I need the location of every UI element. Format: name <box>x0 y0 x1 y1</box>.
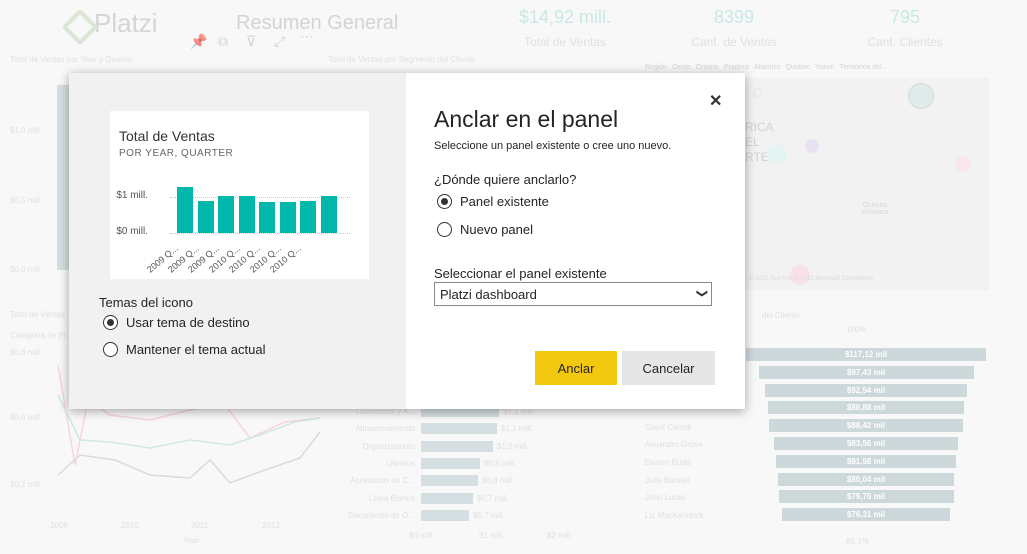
close-icon[interactable]: ✕ <box>709 91 722 111</box>
radio-unselected-icon[interactable] <box>103 342 118 357</box>
radio-unselected-icon[interactable] <box>437 222 452 237</box>
dashboard-select-value: Platzi dashboard <box>440 287 537 302</box>
theme-option-target[interactable]: Usar tema de destino <box>103 315 250 330</box>
chevron-down-icon: ❯ <box>695 288 708 299</box>
destination-question: ¿Dónde quiere anclarlo? <box>434 172 577 187</box>
preview-bar <box>320 195 337 233</box>
radio-selected-icon[interactable] <box>437 194 452 209</box>
preview-bar <box>177 186 193 233</box>
preview-bar <box>238 196 255 233</box>
cancel-button[interactable]: Cancelar <box>622 351 715 385</box>
select-label: Seleccionar el panel existente <box>434 266 607 281</box>
preview-bar <box>300 201 316 233</box>
dialog-title: Anclar en el panel <box>434 106 619 132</box>
dashboard-select[interactable]: Platzi dashboard ❯ <box>434 282 712 306</box>
pin-button[interactable]: Anclar <box>535 351 617 385</box>
dialog-preview-pane: Total de Ventas POR YEAR, QUARTER $1 mil… <box>69 73 406 409</box>
preview-bar <box>218 195 234 233</box>
dialog-subtitle: Seleccione un panel existente o cree uno… <box>434 140 672 152</box>
option-label: Panel existente <box>460 194 549 209</box>
preview-subtitle: POR YEAR, QUARTER <box>119 148 234 159</box>
preview-title: Total de Ventas <box>119 128 215 144</box>
theme-option-label: Mantener el tema actual <box>126 342 266 357</box>
preview-y-tick: $1 mill. <box>116 190 148 201</box>
preview-gridline <box>170 233 350 234</box>
option-existing-dashboard[interactable]: Panel existente <box>437 194 549 209</box>
preview-bar <box>279 202 296 233</box>
theme-option-current[interactable]: Mantener el tema actual <box>103 342 265 357</box>
theme-section-title: Temas del icono <box>99 295 193 310</box>
option-new-dashboard[interactable]: Nuevo panel <box>437 222 533 237</box>
option-label: Nuevo panel <box>460 222 533 237</box>
preview-y-tick: $0 mill. <box>116 226 148 237</box>
theme-option-label: Usar tema de destino <box>126 315 250 330</box>
preview-bar <box>197 200 214 233</box>
preview-bar <box>259 201 275 233</box>
tile-preview: Total de Ventas POR YEAR, QUARTER $1 mil… <box>110 111 369 279</box>
pin-to-dashboard-dialog: Total de Ventas POR YEAR, QUARTER $1 mil… <box>69 73 745 409</box>
radio-selected-icon[interactable] <box>103 315 118 330</box>
